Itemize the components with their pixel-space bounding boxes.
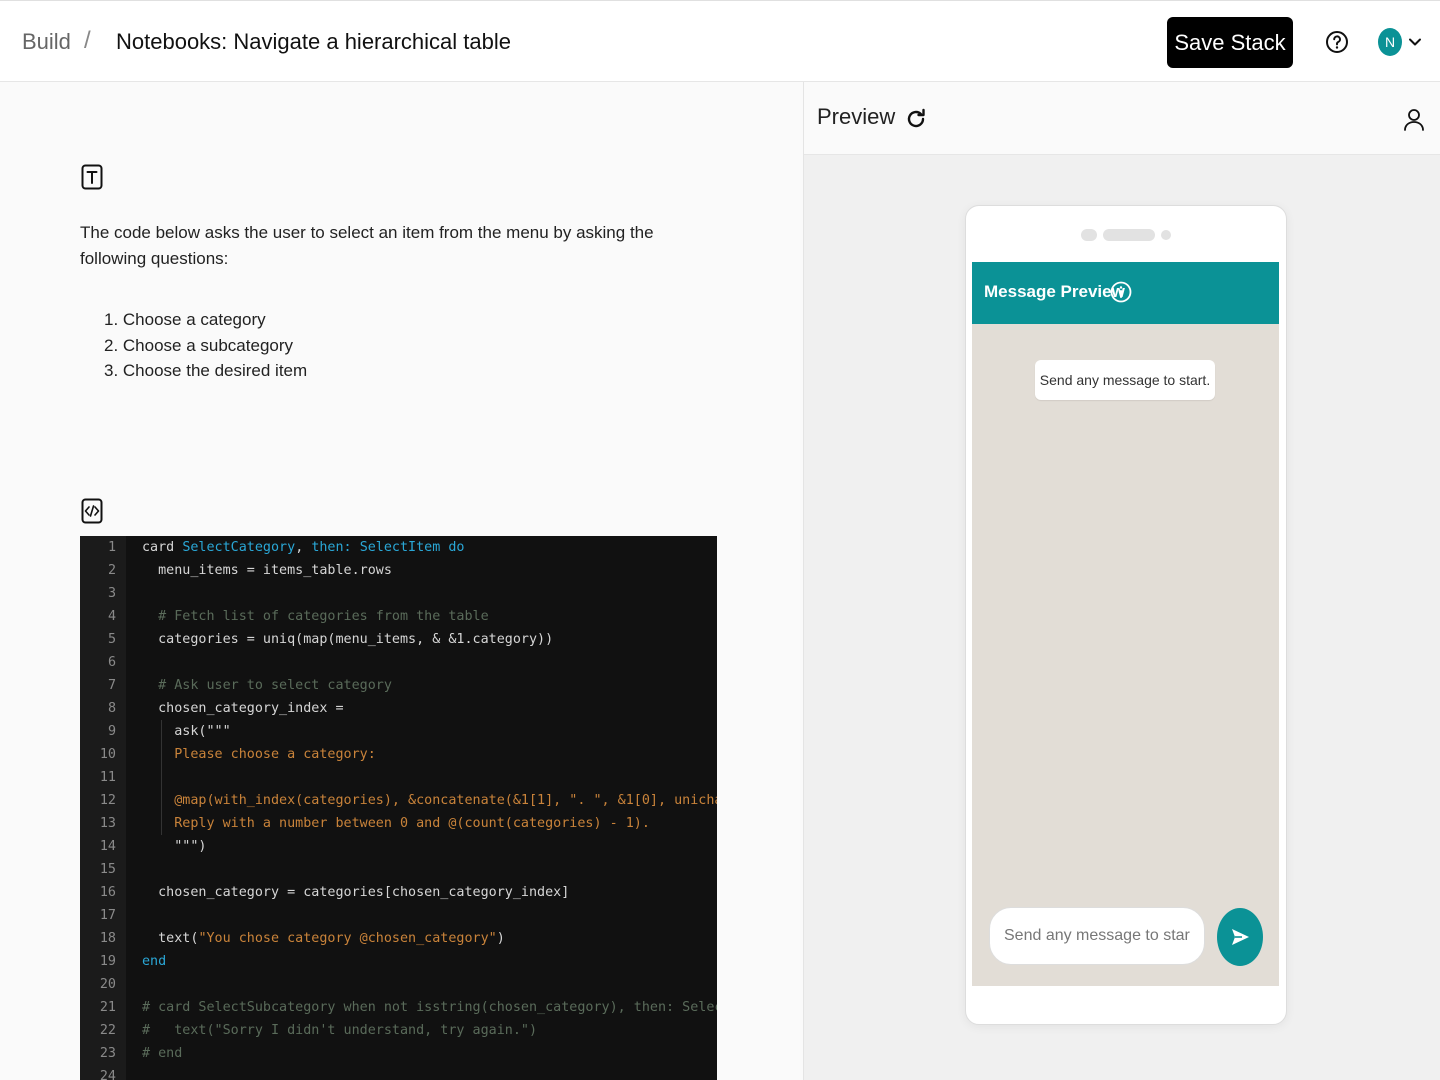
list-item: 1. Choose a category — [104, 310, 266, 329]
user-icon[interactable] — [1403, 108, 1425, 132]
line-number: 14 — [99, 839, 116, 854]
phone-frame: Message Preview Send any message to star… — [965, 205, 1287, 1025]
message-preview-title: Message Preview — [984, 282, 1125, 301]
line-number: 10 — [99, 747, 116, 762]
chat-area: Send any message to start. — [972, 324, 1279, 986]
line-number: 23 — [99, 1046, 116, 1061]
code-line[interactable]: chosen_category = categories[chosen_cate… — [142, 881, 569, 904]
code-line[interactable]: end — [142, 950, 166, 973]
code-line[interactable]: # end — [142, 1042, 182, 1065]
info-icon[interactable] — [1110, 281, 1132, 303]
list-item: 3. Choose the desired item — [104, 361, 308, 380]
preview-toolbar: Preview — [804, 82, 1440, 155]
page-title: Notebooks: Navigate a hierarchical table — [116, 29, 512, 54]
code-line[interactable]: # Ask user to select category — [142, 674, 392, 697]
line-number: 1 — [107, 540, 116, 555]
save-stack-button[interactable]: Save Stack — [1167, 17, 1293, 68]
message-preview-header: Message Preview — [972, 262, 1279, 324]
line-number: 20 — [99, 977, 116, 992]
send-icon — [1232, 929, 1249, 945]
preview-panel: Preview Message Preview Send any message… — [803, 82, 1440, 1080]
code-line[interactable]: categories = uniq(map(menu_items, & &1.c… — [142, 628, 553, 651]
phone-camera — [1081, 229, 1097, 241]
line-number: 11 — [99, 770, 116, 785]
line-number: 4 — [107, 609, 116, 624]
line-number: 3 — [107, 586, 116, 601]
code-line[interactable]: # Fetch list of categories from the tabl… — [142, 605, 489, 628]
code-cell-icon[interactable] — [81, 498, 103, 524]
phone-sensor — [1161, 230, 1171, 240]
code-line[interactable]: Please choose a category: — [142, 743, 376, 766]
code-line[interactable]: """) — [142, 835, 206, 858]
line-number: 8 — [107, 701, 116, 716]
text-cell-icon[interactable] — [81, 164, 103, 190]
code-line[interactable]: # text("Sorry I didn't understand, try a… — [142, 1019, 537, 1042]
top-bar: Build / Notebooks: Navigate a hierarchic… — [0, 0, 1440, 82]
code-line[interactable]: chosen_category_index = — [142, 697, 343, 720]
steps-list: 1. Choose a category 2. Choose a subcate… — [104, 307, 307, 384]
preview-title: Preview — [817, 104, 896, 129]
code-editor[interactable]: 1 card SelectCategory, then: SelectItem d… — [80, 536, 717, 1080]
list-item: 2. Choose a subcategory — [104, 335, 294, 355]
line-number: 22 — [99, 1023, 116, 1038]
message-input[interactable] — [989, 907, 1205, 965]
line-number: 5 — [107, 632, 116, 647]
line-number: 12 — [99, 793, 116, 808]
code-line[interactable]: Reply with a number between 0 and @(coun… — [142, 812, 650, 835]
chevron-down-icon[interactable] — [1408, 35, 1422, 49]
code-line[interactable]: ask(""" — [142, 720, 230, 743]
notebook-paragraph: The code below asks the user to select a… — [80, 223, 654, 268]
line-number: 7 — [107, 678, 116, 693]
code-line[interactable]: @map(with_index(categories), &concatenat… — [142, 789, 717, 812]
notebook-panel: The code below asks the user to select a… — [0, 82, 803, 1080]
line-number: 2 — [107, 563, 116, 578]
breadcrumb-separator: / — [84, 27, 91, 54]
line-number: 19 — [99, 954, 116, 969]
line-number: 13 — [99, 816, 116, 831]
help-icon[interactable] — [1325, 30, 1349, 54]
line-number: 21 — [99, 1000, 116, 1015]
code-line[interactable]: text("You chose category @chosen_categor… — [142, 927, 505, 950]
phone-speaker — [1103, 229, 1155, 241]
code-line[interactable]: card SelectCategory, then: SelectItem do — [142, 536, 465, 559]
avatar[interactable]: N — [1378, 28, 1402, 56]
line-number: 6 — [107, 655, 116, 670]
line-number: 9 — [107, 724, 116, 739]
code-line[interactable]: # card SelectSubcategory when not isstri… — [142, 996, 717, 1019]
send-button[interactable] — [1217, 908, 1263, 966]
breadcrumb-build[interactable]: Build — [22, 29, 71, 55]
line-number: 17 — [99, 908, 116, 923]
message-bubble: Send any message to start. — [1035, 360, 1215, 400]
line-number: 18 — [99, 931, 116, 946]
line-number: 24 — [99, 1069, 116, 1080]
refresh-icon[interactable] — [904, 106, 928, 132]
code-line[interactable]: menu_items = items_table.rows — [142, 559, 392, 582]
line-number: 16 — [99, 885, 116, 900]
line-number: 15 — [99, 862, 116, 877]
